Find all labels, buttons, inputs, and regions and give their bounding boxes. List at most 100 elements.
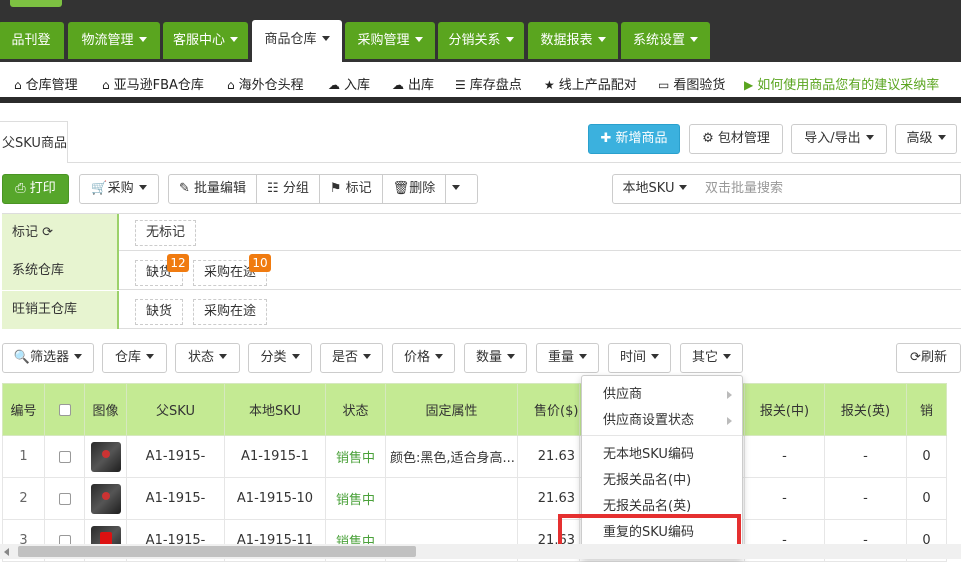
subnav-inbound[interactable]: ☁ 入库 <box>328 74 370 93</box>
add-product-button[interactable]: ✚ 新增商品 <box>588 124 680 154</box>
col-header-price[interactable]: 售价($) <box>517 383 580 436</box>
col-header-status[interactable]: 状态 <box>325 383 386 436</box>
out-of-stock-count-badge: 12 <box>167 254 189 272</box>
category-dropdown[interactable]: 分类 <box>248 343 312 373</box>
monitor-icon: ▭ <box>658 78 670 92</box>
caret-down-icon <box>219 354 227 359</box>
print-button[interactable]: ⎙ 打印 <box>2 174 69 204</box>
home-icon: ⌂ <box>102 78 110 92</box>
nav-tab-distribution[interactable]: 分销关系 <box>438 22 524 59</box>
import-export-button[interactable]: 导入/导出 <box>791 124 887 154</box>
yes-no-dropdown[interactable]: 是否 <box>320 343 383 373</box>
print-icon: ⎙ <box>15 181 30 196</box>
caret-down-icon <box>291 354 300 359</box>
batch-action-group: ✎ 批量编辑 ☷ 分组 ⚑ 标记 🗑删除 <box>168 174 478 204</box>
status-dropdown[interactable]: 状态 <box>175 343 240 373</box>
horizontal-scrollbar[interactable] <box>0 544 961 559</box>
caret-down-icon <box>651 354 659 359</box>
caret-down-icon <box>74 354 83 359</box>
weight-dropdown[interactable]: 重量 <box>536 343 599 373</box>
search-type-select[interactable]: 本地SKU <box>612 174 698 204</box>
subnav-photo-inspection[interactable]: ▭ 看图验货 <box>658 74 725 93</box>
col-header-sales[interactable]: 销 <box>906 383 947 436</box>
refresh-button[interactable]: ⟳刷新 <box>896 343 961 373</box>
other-dropdown[interactable]: 其它 <box>680 343 743 373</box>
nav-tab-product-warehouse[interactable]: 商品仓库 <box>252 20 342 62</box>
status-on-sale: 销售中 <box>325 477 386 520</box>
row-checkbox[interactable] <box>58 492 71 505</box>
subnav-stocktake[interactable]: ☰ 库存盘点 <box>455 74 522 93</box>
nav-tab-reports[interactable]: 数据报表 <box>528 22 618 59</box>
nav-tab-settings[interactable]: 系统设置 <box>621 22 710 59</box>
price-dropdown[interactable]: 价格 <box>392 343 455 373</box>
packaging-management-button[interactable]: ⚙ 包材管理 <box>689 124 783 154</box>
subnav-warehouse-management[interactable]: ⌂ 仓库管理 <box>14 74 78 93</box>
video-icon: ▶ <box>744 78 754 92</box>
more-actions-button[interactable] <box>446 175 466 203</box>
gear-icon: ⚙ <box>702 131 718 146</box>
product-thumbnail[interactable] <box>90 441 121 472</box>
subnav-amazon-fba[interactable]: ⌂ 亚马逊FBA仓库 <box>102 74 204 93</box>
col-header-customs-en[interactable]: 报关(英) <box>824 383 907 436</box>
col-header-local-sku[interactable]: 本地SKU <box>224 383 326 436</box>
tag-icon: ⚑ <box>329 181 346 196</box>
scrollbar-thumb[interactable] <box>18 546 416 557</box>
col-header-select[interactable] <box>44 383 85 436</box>
table-row[interactable]: 1 A1-1915- A1-1915-1 销售中 颜色:黑色,适合身高... 2… <box>2 435 947 478</box>
row-checkbox[interactable] <box>58 450 71 463</box>
group-button[interactable]: ☷ 分组 <box>257 175 320 203</box>
tag-purchase-in-transit[interactable]: 采购在途 <box>193 299 268 325</box>
product-thumbnail[interactable] <box>90 483 121 514</box>
warehouse-dropdown[interactable]: 仓库 <box>102 343 167 373</box>
quantity-dropdown[interactable]: 数量 <box>464 343 527 373</box>
scroll-left-arrow-icon[interactable] <box>4 548 9 556</box>
mark-button[interactable]: ⚑ 标记 <box>320 175 383 203</box>
cart-icon: 🛒 <box>91 181 108 196</box>
menu-item-supplier-status[interactable]: 供应商设置状态 <box>582 408 742 434</box>
cloud-download-icon: ☁ <box>392 78 404 92</box>
col-header-parent-sku[interactable]: 父SKU <box>126 383 225 436</box>
search-input[interactable]: 双击批量搜索 <box>697 174 961 204</box>
caret-down-icon <box>865 135 874 140</box>
delete-button[interactable]: 🗑删除 <box>383 175 447 203</box>
tab-parent-sku-products[interactable]: 父SKU商品 <box>0 121 68 163</box>
purchase-button[interactable]: 🛒采购 <box>79 174 159 204</box>
menu-item-no-customs-name-cn[interactable]: 无报关品名(中) <box>582 468 742 494</box>
subnav-outbound[interactable]: ☁ 出库 <box>392 74 434 93</box>
caret-down-icon <box>363 354 371 359</box>
subnav-online-pairing[interactable]: ★ 线上产品配对 <box>544 74 637 93</box>
nav-tab-purchase[interactable]: 采购管理 <box>345 22 435 59</box>
caret-down-icon <box>505 37 514 42</box>
col-header-customs-cn[interactable]: 报关(中) <box>744 383 825 436</box>
refresh-icon[interactable]: ⟳ <box>42 225 53 240</box>
menu-item-supplier[interactable]: 供应商 <box>582 382 742 408</box>
col-header-image: 图像 <box>84 383 127 436</box>
caret-down-icon <box>452 185 461 190</box>
search-icon: 🔍 <box>13 350 31 365</box>
tag-no-mark[interactable]: 无标记 <box>135 220 197 246</box>
chevron-right-icon <box>727 391 732 399</box>
nav-tab-listing[interactable]: 品刊登 <box>0 22 64 59</box>
list-icon: ☰ <box>455 78 466 92</box>
subnav-overseas-first-leg[interactable]: ⌂ 海外仓头程 <box>227 74 304 93</box>
col-header-fixed-attr[interactable]: 固定属性 <box>385 383 518 436</box>
trash-icon: 🗑 <box>392 181 410 196</box>
plus-icon: ✚ <box>600 131 616 146</box>
edit-icon: ✎ <box>179 181 195 196</box>
help-link[interactable]: ▶ 如何使用商品您有的建议采纳率 <box>744 74 939 93</box>
menu-item-no-local-sku[interactable]: 无本地SKU编码 <box>582 442 742 468</box>
nav-tab-customer-service[interactable]: 客服中心 <box>163 22 248 59</box>
caret-down-icon <box>507 354 515 359</box>
tag-out-of-stock[interactable]: 缺货 <box>135 299 184 325</box>
select-all-checkbox[interactable] <box>58 403 71 416</box>
advanced-button[interactable]: 高级 <box>895 124 957 154</box>
caret-down-icon <box>414 37 423 42</box>
filter-selector-dropdown[interactable]: 🔍筛选器 <box>2 343 94 373</box>
time-dropdown[interactable]: 时间 <box>608 343 671 373</box>
chevron-right-icon <box>727 417 732 425</box>
nav-tab-logistics[interactable]: 物流管理 <box>68 22 160 59</box>
batch-edit-button[interactable]: ✎ 批量编辑 <box>169 175 258 203</box>
table-row[interactable]: 2 A1-1915- A1-1915-10 销售中 21.63 - - 0 <box>2 477 947 520</box>
filter-row-wangxiao-warehouse: 旺销王仓库 缺货 采购在途 <box>2 291 961 329</box>
col-header-number[interactable]: 编号 <box>2 383 45 436</box>
